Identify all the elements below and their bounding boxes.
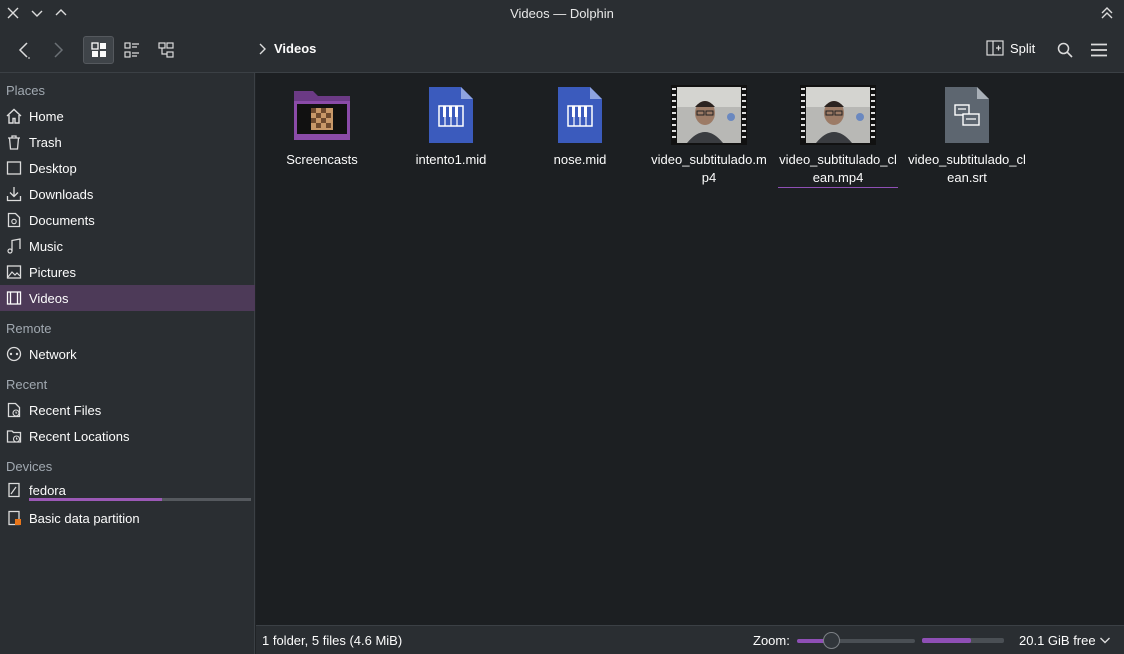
recent-files-icon (7, 402, 21, 418)
document-icon (7, 212, 21, 228)
sidebar-item-recent-locations[interactable]: Recent Locations (0, 423, 255, 449)
midi-file-icon (391, 83, 511, 147)
sidebar-item-label: Pictures (29, 264, 76, 280)
sidebar-item-label: Recent Locations (29, 428, 130, 444)
file-item-screencasts[interactable]: Screencasts (262, 83, 382, 169)
section-devices: Devices (6, 459, 53, 474)
zoom-label: Zoom: (753, 633, 790, 648)
sidebar-item-label: Downloads (29, 186, 94, 202)
details-view-button[interactable] (152, 36, 180, 64)
file-name: intento1.mid (415, 152, 487, 167)
sidebar-item-recent-files[interactable]: Recent Files (0, 397, 255, 423)
home-icon (6, 108, 22, 124)
sidebar-item-label: Basic data partition (29, 510, 140, 526)
section-places: Places (6, 83, 46, 98)
keep-above-icon[interactable] (1098, 4, 1116, 22)
file-item-video-subtitulado-clean-srt[interactable]: video_subtitulado_clean.srt (907, 83, 1027, 187)
sidebar-item-label: Network (29, 346, 77, 362)
drive-icon (8, 482, 20, 498)
breadcrumb-current[interactable]: Videos (274, 41, 316, 56)
sidebar-item-label: Documents (29, 212, 95, 228)
sidebar-item-trash[interactable]: Trash (0, 129, 255, 155)
fedora-capacity-bar (29, 498, 251, 501)
video-icon (6, 291, 22, 305)
status-bar: 1 folder, 5 files (4.6 MiB) Zoom: 20.1 G… (256, 625, 1124, 654)
sidebar-item-home[interactable]: Home (0, 103, 255, 129)
sidebar-item-pictures[interactable]: Pictures (0, 259, 255, 285)
sidebar-item-label: Music (29, 238, 63, 254)
file-name: nose.mid (553, 152, 607, 167)
back-button[interactable] (10, 36, 38, 64)
video-thumbnail (778, 83, 898, 147)
compact-view-icon (124, 42, 139, 58)
forward-button[interactable] (44, 36, 72, 64)
picture-icon (6, 265, 22, 279)
breadcrumb[interactable]: Videos (258, 41, 316, 56)
file-name: Screencasts (286, 152, 358, 167)
sidebar-item-label: Videos (29, 290, 69, 306)
sidebar-item-documents[interactable]: Documents (0, 207, 255, 233)
network-icon (6, 346, 22, 362)
zoom-slider[interactable] (797, 639, 915, 643)
download-icon (6, 187, 22, 202)
fedora-capacity-fill (29, 498, 163, 501)
sidebar-item-label: fedora (29, 482, 66, 498)
split-label: Split (1010, 40, 1036, 56)
music-icon (7, 238, 21, 254)
sidebar-item-label: Desktop (29, 160, 77, 176)
split-button[interactable]: Split (986, 39, 1035, 57)
hamburger-menu-icon (1091, 43, 1107, 57)
places-panel: Places Home Trash Desktop Downloads Docu… (0, 73, 255, 654)
section-remote: Remote (6, 321, 52, 336)
file-item-nose[interactable]: nose.mid (520, 83, 640, 169)
chevron-down-icon[interactable] (1099, 634, 1111, 649)
search-button[interactable] (1052, 36, 1078, 64)
search-icon (1057, 42, 1073, 58)
icons-view-button[interactable] (83, 36, 114, 64)
video-thumbnail (649, 83, 769, 147)
sidebar-item-downloads[interactable]: Downloads (0, 181, 255, 207)
midi-file-icon (520, 83, 640, 147)
file-item-intento1[interactable]: intento1.mid (391, 83, 511, 169)
partition-icon (8, 510, 21, 526)
sidebar-item-label: Recent Files (29, 402, 102, 418)
file-item-video-subtitulado[interactable]: video_subtitulado.mp4 (649, 83, 769, 187)
section-recent: Recent (6, 377, 48, 392)
free-space-label[interactable]: 20.1 GiB free (1019, 633, 1096, 648)
sidebar-item-videos[interactable]: Videos (0, 285, 255, 311)
recent-locations-icon (6, 430, 22, 443)
sidebar-item-basic-data-partition[interactable]: Basic data partition (0, 505, 255, 531)
status-summary: 1 folder, 5 files (4.6 MiB) (262, 633, 403, 648)
title-bar: Videos — Dolphin (0, 0, 1124, 27)
window-title: Videos — Dolphin (510, 6, 614, 21)
split-view-icon (986, 40, 1004, 56)
disk-usage-bar (922, 638, 1004, 643)
file-name: video_subtitulado_clean.srt (908, 152, 1026, 185)
zoom-slider-handle[interactable] (823, 632, 841, 649)
file-name: video_subtitulado.mp4 (651, 152, 767, 185)
file-view[interactable]: Screencasts intento1.mid nose.mid video_… (256, 73, 1124, 625)
file-item-video-subtitulado-clean[interactable]: video_subtitulado_clean.mp4 (778, 83, 898, 188)
chevron-right-icon (259, 43, 266, 54)
sidebar-item-music[interactable]: Music (0, 233, 255, 259)
compact-view-button[interactable] (118, 36, 146, 64)
sidebar-item-desktop[interactable]: Desktop (0, 155, 255, 181)
desktop-icon (6, 161, 22, 175)
toolbar: Videos Split (0, 27, 1124, 73)
sidebar-item-label: Home (29, 108, 64, 124)
trash-icon (8, 135, 20, 150)
tree-view-icon (158, 42, 174, 58)
subtitle-file-icon (907, 83, 1027, 147)
sidebar-item-network[interactable]: Network (0, 341, 255, 367)
menu-button[interactable] (1086, 36, 1112, 64)
file-name: video_subtitulado_clean.mp4 (778, 151, 898, 188)
grid-view-icon (90, 42, 106, 57)
disk-usage-fill (922, 638, 972, 643)
folder-icon (262, 83, 382, 147)
sidebar-item-label: Trash (29, 134, 62, 150)
